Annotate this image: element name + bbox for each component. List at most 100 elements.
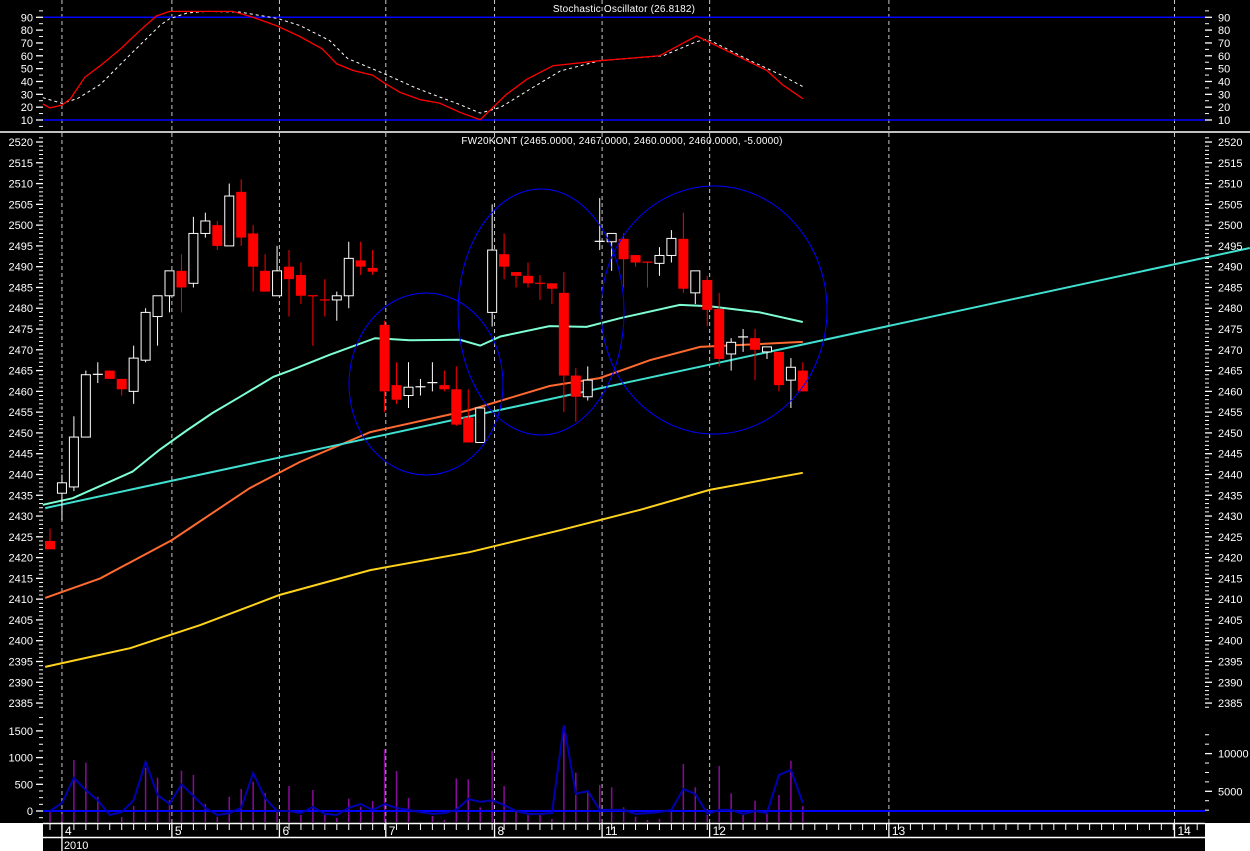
- candlestick: [152, 295, 163, 346]
- candlestick: [212, 220, 223, 251]
- left-axis-label: 2450: [9, 428, 33, 440]
- volume-panel: [43, 724, 1205, 822]
- candle-body: [451, 389, 462, 425]
- candlestick: [511, 272, 522, 288]
- candle-body: [762, 346, 772, 353]
- left-axis-label: 70: [21, 38, 33, 50]
- candlestick: [260, 254, 271, 292]
- candlestick: [403, 362, 414, 408]
- right-axis-label: 2430: [1218, 511, 1242, 523]
- left-axis-label: 80: [21, 25, 33, 37]
- year-label: 2010: [64, 840, 88, 851]
- right-axis-label: 80: [1218, 25, 1230, 37]
- right-axis-label: 2385: [1218, 698, 1242, 710]
- left-axis-label: 2415: [9, 573, 33, 585]
- left-axis-label: 2465: [9, 366, 33, 378]
- date-label: 5: [175, 824, 182, 838]
- right-axis-label: 30: [1218, 89, 1230, 101]
- candlestick: [773, 351, 784, 392]
- stochastic-k-line: [42, 10, 804, 121]
- left-axis-label: 20: [21, 102, 33, 114]
- candlestick: [642, 261, 653, 288]
- candlestick: [104, 370, 115, 379]
- date-label: 8: [498, 824, 505, 838]
- left-axis-label: 30: [21, 89, 33, 101]
- circle-annotation: [457, 188, 625, 436]
- candlestick: [331, 291, 342, 321]
- left-axis-label: 60: [21, 51, 33, 63]
- candle-body: [212, 225, 223, 246]
- candlestick: [343, 241, 354, 309]
- candlestick: [379, 320, 390, 413]
- right-axis-label: 10: [1218, 115, 1230, 127]
- right-axis-label: 2505: [1218, 199, 1242, 211]
- axis-corner: [1205, 823, 1250, 851]
- candlestick: [92, 362, 103, 384]
- candle-body: [116, 378, 127, 390]
- left-axis-label: 2500: [9, 220, 33, 232]
- right-axis-label: 5000: [1218, 786, 1242, 798]
- date-label: 11: [605, 824, 618, 838]
- candle-body: [224, 195, 235, 247]
- candle-body: [654, 254, 665, 264]
- candle-body: [188, 232, 199, 284]
- right-axis-label: 2450: [1218, 428, 1242, 440]
- candlestick: [176, 254, 187, 313]
- left-axis-label: 2405: [9, 615, 33, 627]
- candlestick: [499, 233, 510, 280]
- right-axis-label: 2415: [1218, 573, 1242, 585]
- candlestick: [427, 362, 438, 392]
- left-axis-label: 500: [15, 779, 33, 791]
- stochastic-panel: [42, 10, 804, 121]
- candlestick: [236, 179, 247, 246]
- candle-body: [200, 220, 211, 234]
- stock-chart: 2385 2385 2390 2390 2395 2395 2400 2400 2405 2405…: [0, 0, 1250, 851]
- candle-body: [570, 375, 581, 397]
- candle-body: [678, 238, 689, 289]
- axis-corner: [0, 823, 43, 851]
- candlestick: [654, 247, 665, 276]
- left-axis-label: 2425: [9, 532, 33, 544]
- candle-body: [391, 385, 402, 400]
- candlestick: [284, 250, 294, 317]
- right-axis-label: 2485: [1218, 282, 1242, 294]
- left-axis-label: 90: [21, 12, 33, 24]
- left-axis-label: 2440: [9, 469, 33, 481]
- left-axis-label: 2495: [9, 241, 33, 253]
- candlestick: [523, 262, 533, 288]
- candlestick: [140, 308, 151, 363]
- candlestick: [738, 329, 749, 352]
- left-axis-label: 50: [21, 64, 33, 76]
- candlestick: [224, 183, 235, 247]
- candlestick: [128, 345, 139, 404]
- right-axis-label: 50: [1218, 64, 1230, 76]
- candlestick: [702, 275, 713, 327]
- left-axis-label: 2470: [9, 345, 33, 357]
- candle-body: [499, 254, 510, 267]
- left-axis-label: 2395: [9, 657, 33, 669]
- left-axis-label: 0: [27, 806, 33, 818]
- right-axis-label: 2510: [1218, 179, 1242, 191]
- right-axis-label: 2420: [1218, 553, 1242, 565]
- left-axis-label: 2435: [9, 490, 33, 502]
- right-axis-label: 2455: [1218, 407, 1242, 419]
- day-grid-lines: [61, 0, 1175, 823]
- candlestick: [690, 270, 701, 305]
- candlestick: [487, 204, 498, 327]
- candlestick: [546, 283, 557, 305]
- candle-body: [104, 370, 115, 379]
- right-axis-label: 40: [1218, 76, 1230, 88]
- right-axis-label: 2440: [1218, 469, 1242, 481]
- candle-body: [702, 279, 713, 310]
- candle-body: [331, 295, 342, 301]
- left-axis-label: 2410: [9, 594, 33, 606]
- candle-body: [152, 295, 163, 318]
- right-axis-label: 2520: [1218, 137, 1242, 149]
- left-axis-label: 2475: [9, 324, 33, 336]
- left-axis-label: 2480: [9, 303, 33, 315]
- candle-body: [68, 436, 79, 488]
- candlestick: [319, 279, 330, 317]
- left-axis-label: 2390: [9, 677, 33, 689]
- right-axis-label: 2400: [1218, 636, 1242, 648]
- candlestick: [188, 216, 199, 288]
